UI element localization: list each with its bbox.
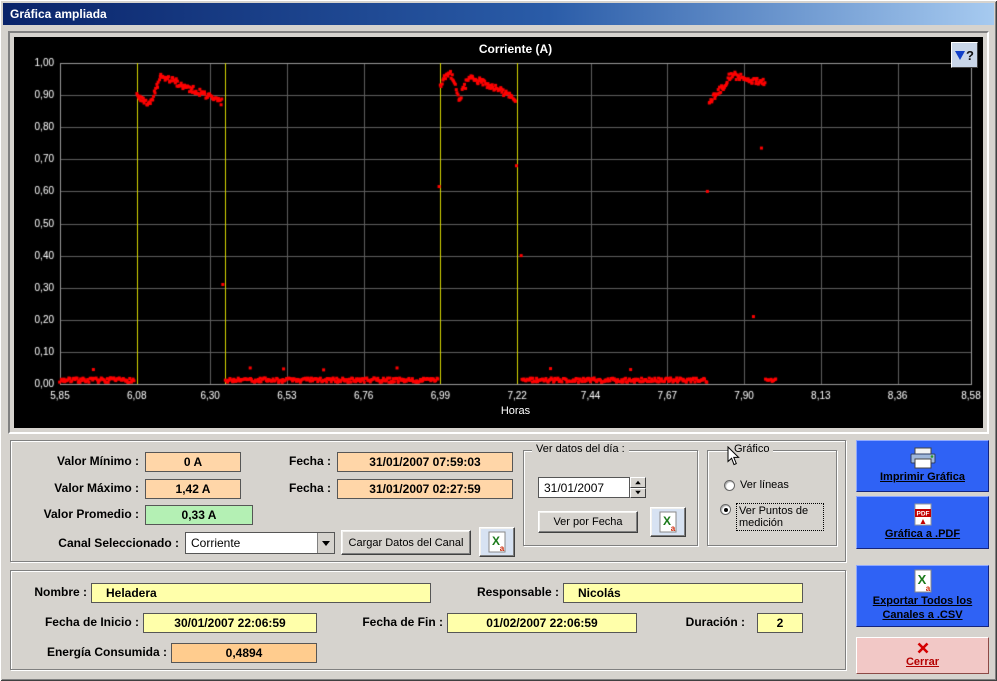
chart-title: Corriente (A)	[60, 42, 971, 56]
svg-text:a: a	[671, 524, 676, 533]
fecha-fin-value: 01/02/2007 22:06:59	[447, 613, 637, 633]
duracion-label: Duración :	[659, 615, 745, 629]
min-value: 0 A	[145, 452, 241, 472]
max-fecha-label: Fecha :	[251, 481, 331, 495]
export-canal-excel-button[interactable]: Xa	[479, 527, 515, 557]
exportar-csv-button[interactable]: Xa Exportar Todos los Canales a .CSV	[856, 565, 989, 627]
max-label: Valor Máximo :	[19, 481, 139, 495]
fecha-inicio-label: Fecha de Inicio :	[19, 615, 139, 629]
canal-label: Canal Seleccionado :	[19, 536, 179, 550]
svg-text:a: a	[500, 544, 505, 553]
max-fecha-value: 31/01/2007 02:27:59	[337, 479, 513, 499]
canal-combobox-value: Corriente	[186, 536, 317, 550]
chart-help-button[interactable]: ?	[951, 42, 978, 68]
info-groupbox: Nombre : Heladera Responsable : Nicolás …	[10, 570, 846, 670]
chart-xlabel: Horas	[60, 405, 971, 417]
excel-icon: Xa	[487, 531, 507, 553]
chart-area: Corriente (A) Horas ?	[14, 37, 983, 428]
ver-dia-groupbox: Ver datos del día : 31/01/2007 Ver por F…	[523, 450, 698, 546]
cargar-datos-button[interactable]: Cargar Datos del Canal	[341, 530, 471, 555]
fecha-inicio-value: 30/01/2007 22:06:59	[143, 613, 317, 633]
window-title: Gráfica ampliada	[10, 7, 107, 21]
grafica-pdf-button[interactable]: PDF Gráfica a .PDF	[856, 496, 989, 549]
ver-dia-title: Ver datos del día :	[532, 443, 629, 455]
imprimir-grafica-label: Imprimir Gráfica	[880, 471, 965, 485]
date-spinner	[630, 477, 646, 498]
grafica-pdf-label: Gráfica a .PDF	[885, 528, 960, 542]
cerrar-label: Cerrar	[906, 656, 939, 670]
close-x-icon	[917, 642, 929, 654]
fecha-fin-label: Fecha de Fin :	[347, 615, 443, 629]
min-fecha-label: Fecha :	[251, 454, 331, 468]
radio-ver-lineas-label: Ver líneas	[740, 479, 789, 491]
grafico-title: Gráfico	[730, 443, 773, 455]
avg-label: Valor Promedio :	[19, 507, 139, 521]
nombre-value: Heladera	[91, 583, 431, 603]
date-input[interactable]: 31/01/2007	[538, 477, 630, 498]
chart-panel: Corriente (A) Horas ?	[8, 31, 989, 434]
date-input-value: 31/01/2007	[539, 481, 629, 495]
grafico-groupbox: Gráfico Ver líneas Ver Puntos de medició…	[707, 450, 837, 546]
ver-por-fecha-button[interactable]: Ver por Fecha	[538, 511, 638, 533]
question-mark-icon: ?	[966, 48, 974, 63]
radio-ver-puntos[interactable]: Ver Puntos de medición	[720, 503, 824, 531]
max-value: 1,42 A	[145, 479, 241, 499]
cerrar-button[interactable]: Cerrar	[856, 637, 989, 674]
avg-value: 0,33 A	[145, 505, 253, 525]
imprimir-grafica-button[interactable]: Imprimir Gráfica	[856, 440, 989, 492]
energia-label: Energía Consumida :	[19, 645, 167, 659]
exportar-csv-label: Exportar Todos los Canales a .CSV	[862, 595, 984, 623]
duracion-value: 2	[757, 613, 803, 633]
excel-icon: Xa	[658, 511, 678, 533]
radio-ver-puntos-label: Ver Puntos de medición	[736, 503, 824, 531]
printer-icon	[908, 447, 938, 469]
export-dia-excel-button[interactable]: Xa	[650, 507, 686, 537]
nombre-label: Nombre :	[19, 585, 87, 599]
min-fecha-value: 31/01/2007 07:59:03	[337, 452, 513, 472]
spinner-up-icon[interactable]	[630, 477, 646, 488]
radio-ver-lineas[interactable]: Ver líneas	[724, 479, 789, 491]
radio-icon[interactable]	[724, 480, 735, 491]
min-label: Valor Mínimo :	[19, 454, 139, 468]
radio-checked-icon[interactable]	[720, 504, 731, 515]
blue-arrow-icon	[955, 51, 965, 60]
energia-value: 0,4894	[171, 643, 317, 663]
spinner-down-icon[interactable]	[630, 488, 646, 499]
responsable-value: Nicolás	[563, 583, 803, 603]
dropdown-arrow-icon[interactable]	[317, 533, 334, 553]
svg-text:a: a	[925, 584, 930, 593]
excel-icon: Xa	[912, 569, 934, 593]
svg-text:PDF: PDF	[916, 511, 929, 518]
canal-combobox[interactable]: Corriente	[185, 532, 335, 554]
responsable-label: Responsable :	[451, 585, 559, 599]
pdf-icon: PDF	[913, 503, 933, 526]
app-window: Gráfica ampliada Corriente (A) Horas ? V…	[0, 0, 997, 681]
chart-canvas[interactable]	[14, 37, 983, 428]
title-bar[interactable]: Gráfica ampliada	[3, 3, 994, 25]
